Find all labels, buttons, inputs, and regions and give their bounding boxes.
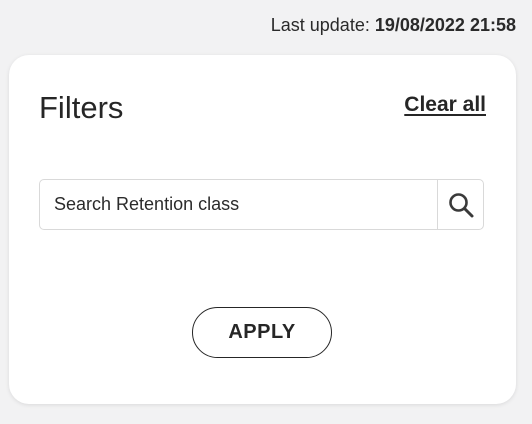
last-update-label: Last update:: [270, 15, 370, 35]
search-box: [39, 179, 484, 230]
apply-button[interactable]: APPLY: [192, 307, 332, 358]
search-icon: [448, 192, 473, 217]
filters-title: Filters: [39, 90, 124, 125]
last-update-value: 19/08/2022 21:58: [374, 15, 516, 35]
last-update: Last update: 19/08/2022 21:58: [271, 15, 516, 36]
filters-panel: Filters Clear all APPLY: [9, 55, 516, 404]
clear-all-link[interactable]: Clear all: [404, 93, 486, 117]
search-input[interactable]: [40, 180, 437, 229]
search-button[interactable]: [437, 180, 483, 229]
